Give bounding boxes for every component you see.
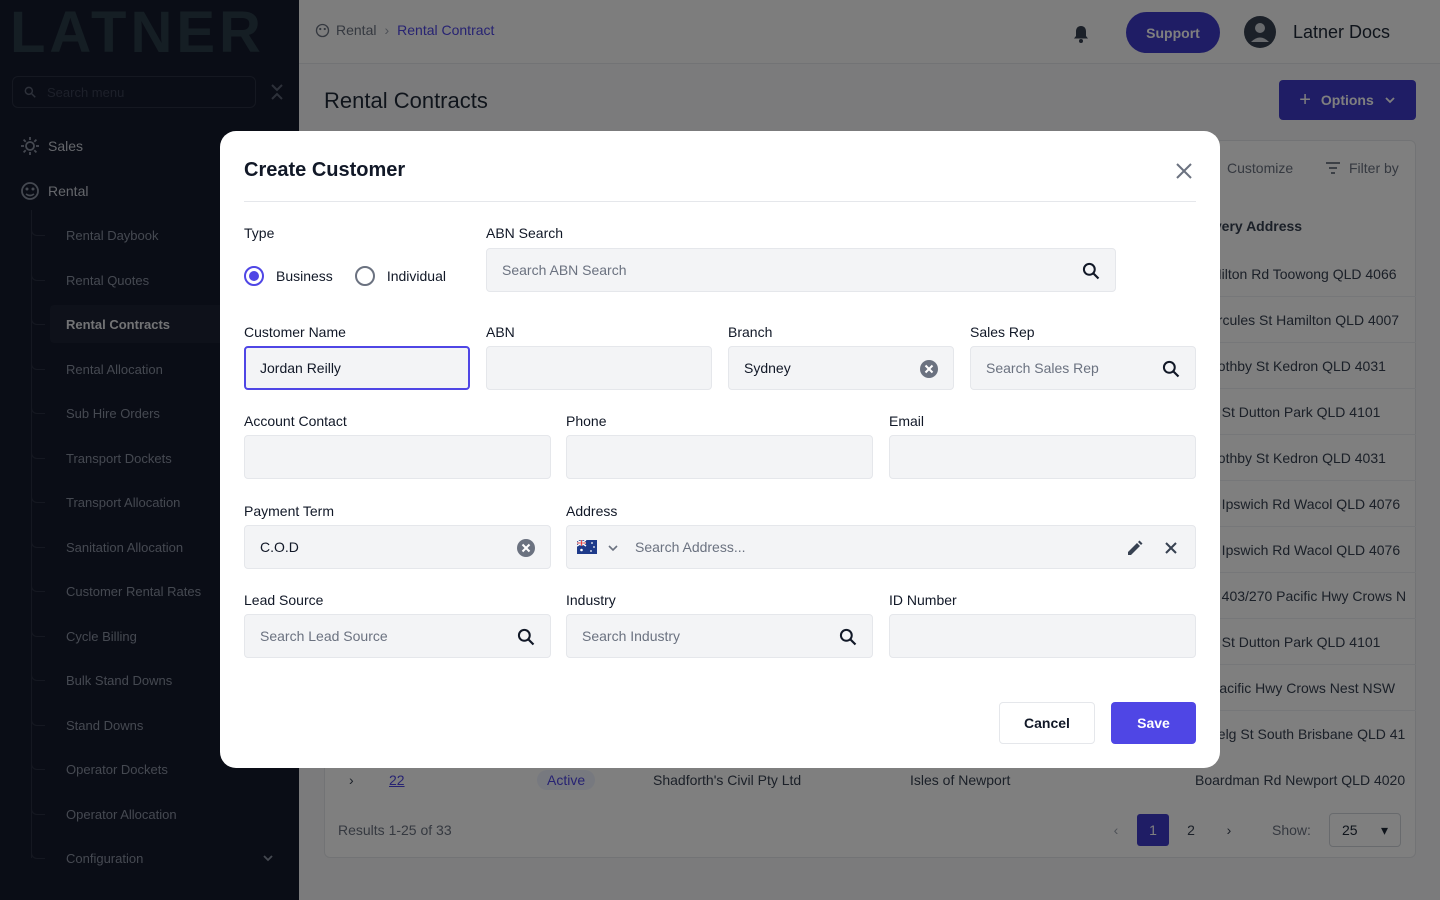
email-field[interactable] [889,435,1196,479]
save-button[interactable]: Save [1111,702,1196,744]
search-icon[interactable] [1161,359,1181,379]
type-radio-group: Business Individual [244,266,446,286]
address-input[interactable]: Search Address... [566,525,1196,569]
radio-business[interactable] [244,266,264,286]
sales-rep-label: Sales Rep [970,324,1035,340]
abn-label: ABN [486,324,515,340]
industry-input[interactable]: Search Industry [566,614,873,658]
clear-icon[interactable] [516,538,536,558]
payment-term-select[interactable]: C.O.D [244,525,551,569]
search-icon[interactable] [516,627,536,647]
abn-search-placeholder: Search ABN Search [502,262,627,278]
email-label: Email [889,413,925,429]
account-contact-field[interactable] [244,435,551,479]
sales-rep-input[interactable]: Search Sales Rep [970,346,1196,390]
customer-name-label: Customer Name [244,324,346,340]
modal-title: Create Customer [244,159,406,181]
edit-icon[interactable] [1125,538,1145,558]
lead-source-label: Lead Source [244,592,324,608]
close-icon[interactable] [1174,161,1194,181]
branch-select[interactable]: Sydney [728,346,954,390]
payment-term-value: C.O.D [260,539,299,555]
cancel-button[interactable]: Cancel [999,702,1095,744]
australia-flag-icon[interactable] [577,540,597,554]
radio-individual[interactable] [354,266,375,286]
payment-term-label: Payment Term [244,503,334,519]
address-label: Address [566,503,618,519]
customer-name-value: Jordan Reilly [260,360,341,376]
id-number-field[interactable] [889,614,1196,658]
divider [244,201,1196,202]
search-icon[interactable] [838,627,858,647]
chevron-down-icon[interactable] [607,543,619,553]
search-icon[interactable] [1081,261,1101,281]
phone-field[interactable] [566,435,873,479]
industry-label: Industry [566,592,616,608]
radio-individual-label[interactable]: Individual [387,268,446,284]
type-label: Type [244,225,275,241]
sales-rep-placeholder: Search Sales Rep [986,360,1099,376]
abn-search-input[interactable]: Search ABN Search [486,248,1116,292]
address-placeholder: Search Address... [635,539,746,555]
branch-value: Sydney [744,360,791,376]
close-icon[interactable] [1161,538,1181,558]
lead-source-placeholder: Search Lead Source [260,628,388,644]
phone-label: Phone [566,413,607,429]
account-contact-label: Account Contact [244,413,347,429]
industry-placeholder: Search Industry [582,628,681,644]
customer-name-field[interactable]: Jordan Reilly [244,346,470,390]
lead-source-input[interactable]: Search Lead Source [244,614,551,658]
abn-field[interactable] [486,346,712,390]
abn-search-label: ABN Search [486,225,564,241]
id-number-label: ID Number [889,592,957,608]
branch-label: Branch [728,324,773,340]
create-customer-modal: Create Customer Type Business Individual… [220,131,1220,768]
clear-icon[interactable] [919,359,939,379]
radio-business-label[interactable]: Business [276,268,333,284]
